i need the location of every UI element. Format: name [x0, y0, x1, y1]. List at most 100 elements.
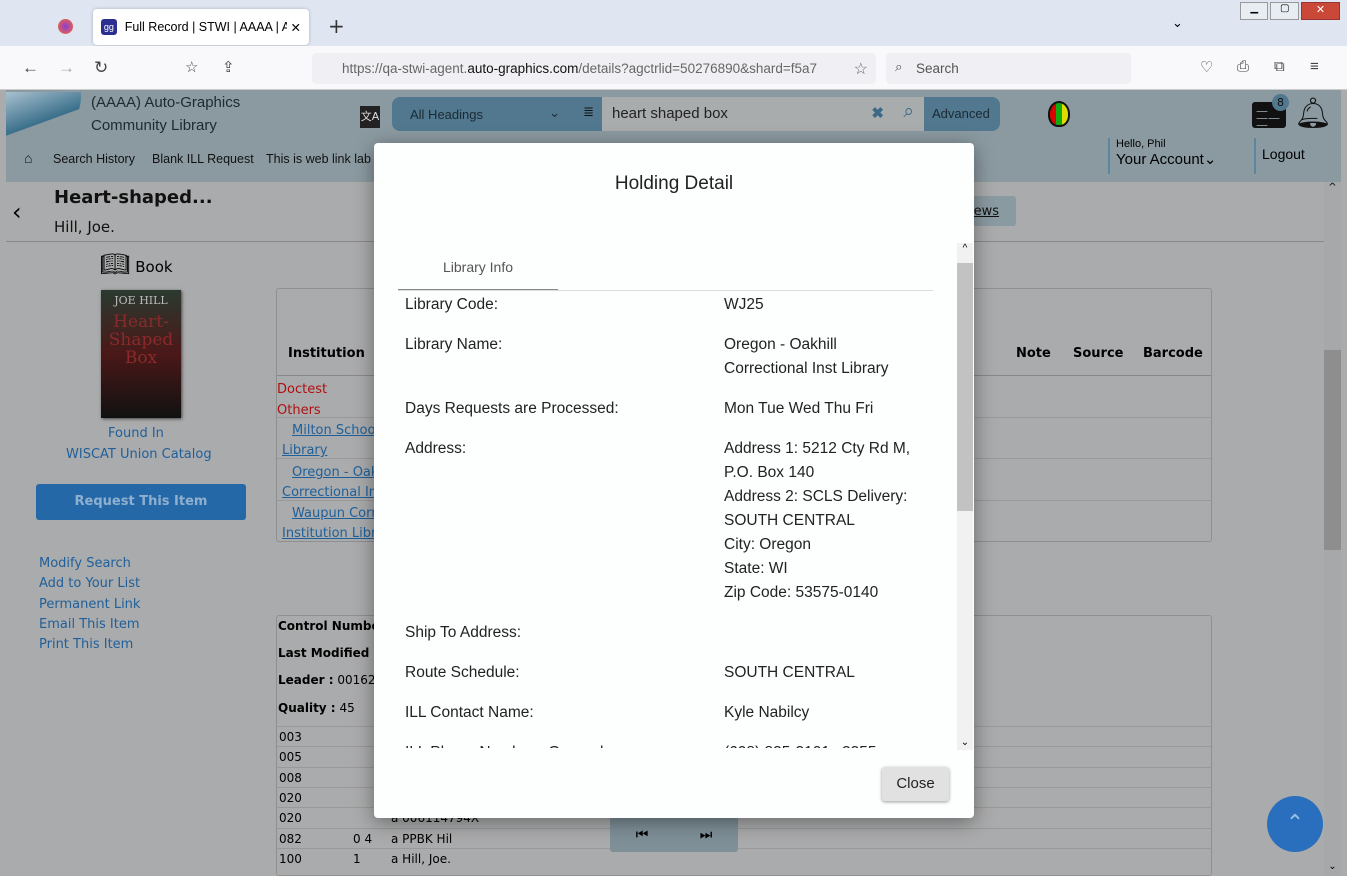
window-controls[interactable]: ▁ ▢ ✕: [1240, 2, 1340, 20]
holding-detail-dialog: Holding Detail Library Info Library Code…: [374, 143, 974, 818]
print-icon[interactable]: ⎙: [1237, 58, 1249, 75]
print-item-link[interactable]: Print This Item: [39, 635, 140, 655]
firefox-icon[interactable]: [58, 19, 73, 34]
field-row: Library Name: Oregon - Oakhill Correction…: [405, 336, 889, 377]
home-icon[interactable]: ⌂: [24, 150, 32, 166]
search-bar: All Headings ⌄ ≣ heart shaped box ✖ ⌕ Advanc…: [392, 97, 1000, 131]
tab-title: Full Record | STWI | AAAA | Auto-Graphic…: [124, 20, 287, 34]
browser-tab-bar: gg Full Record | STWI | AAAA | Auto-Graph…: [0, 0, 1347, 46]
modify-search-link[interactable]: Modify Search: [39, 554, 140, 574]
book-cover: JOE HILL Heart- Shaped Box: [101, 290, 181, 418]
marc-field-row: 082 0 4a PPBK Hil: [277, 827, 1211, 848]
nav-search-history[interactable]: Search History: [53, 152, 135, 166]
record-actions: Modify Search Add to Your List Permanent…: [39, 554, 140, 655]
search-scope-select[interactable]: All Headings ⌄ ≣: [392, 97, 594, 131]
dialog-scrollbar[interactable]: ^ ⌄: [957, 243, 973, 750]
close-tab-icon[interactable]: ✕: [291, 20, 301, 35]
holding-groups: Doctest Others: [277, 382, 328, 418]
tab-library-info[interactable]: Library Info: [398, 243, 558, 291]
add-to-list-link[interactable]: Add to Your List: [39, 574, 140, 594]
list-count-badge: 8: [1272, 94, 1289, 111]
nav-web-link[interactable]: This is web link lab: [266, 152, 371, 166]
request-item-button[interactable]: Request This Item: [36, 484, 246, 520]
bookmark-star-icon[interactable]: ☆: [854, 59, 868, 79]
col-note: Note: [1016, 346, 1051, 361]
share-icon[interactable]: ⇪: [222, 58, 235, 76]
scroll-thumb[interactable]: [957, 263, 973, 511]
scroll-thumb[interactable]: [1324, 350, 1341, 550]
search-icon[interactable]: ⌕: [903, 101, 914, 123]
format-label: 📖︎ Book: [100, 250, 173, 278]
holding-link-waupun[interactable]: Waupun Corr Institution Libr: [282, 504, 377, 544]
scroll-to-top-button[interactable]: ⌃: [1267, 796, 1323, 852]
new-tab-button[interactable]: +: [328, 14, 345, 38]
extensions-icon[interactable]: ⧉: [1274, 58, 1285, 75]
library-name: (AAAA) Auto-Graphics Community Library: [91, 94, 241, 134]
browser-search-field[interactable]: ⌕ Search: [886, 53, 1131, 84]
translate-icon[interactable]: 文A: [360, 106, 380, 128]
balloon-icon[interactable]: [1048, 101, 1070, 127]
library-info-panel: Library Code: WJ25 Library Name: Oregon - O…: [374, 291, 957, 748]
field-row: Days Requests are Processed: Mon Tue Wed …: [405, 400, 874, 417]
col-institution: Institution: [288, 346, 365, 361]
field-row: Library Code: WJ25: [405, 296, 764, 313]
chevron-down-icon: ⌄: [1203, 151, 1217, 168]
clear-search-icon[interactable]: ✖: [871, 104, 884, 122]
quality: Quality : 45: [278, 701, 355, 715]
bookmark-page-icon[interactable]: ☆: [185, 58, 198, 76]
catalog-link[interactable]: WISCAT Union Catalog: [66, 447, 212, 462]
email-item-link[interactable]: Email This Item: [39, 615, 140, 635]
control-number-label: Control Number: [278, 619, 386, 633]
browser-tab[interactable]: gg Full Record | STWI | AAAA | Auto-Graph…: [93, 9, 309, 45]
notifications-bell-icon[interactable]: 🔔︎: [1294, 96, 1332, 131]
page-scrollbar[interactable]: ^ ⌄: [1324, 182, 1341, 876]
site-favicon-icon: gg: [101, 19, 117, 35]
field-row: Route Schedule: SOUTH CENTRAL: [405, 664, 855, 681]
database-icon[interactable]: ≣: [583, 104, 594, 120]
scroll-down-icon[interactable]: ⌄: [957, 737, 973, 748]
maximize-icon[interactable]: ▢: [1270, 2, 1299, 20]
reload-icon[interactable]: ↻: [94, 58, 108, 78]
field-row: ILL Contact Name: Kyle Nabilcy: [405, 704, 810, 721]
scroll-up-icon[interactable]: ^: [1324, 182, 1341, 193]
scroll-down-icon[interactable]: ⌄: [1324, 861, 1341, 872]
dialog-title: Holding Detail: [614, 173, 734, 194]
back-icon[interactable]: ←: [22, 58, 39, 78]
holding-link-milton[interactable]: Milton Schoo Library: [282, 421, 375, 461]
close-button[interactable]: Close: [882, 767, 949, 801]
url-bar[interactable]: ⛉🔒︎https://qa-stwi-agent.auto-graphics.c…: [312, 53, 876, 84]
scroll-up-icon[interactable]: ^: [957, 243, 973, 254]
field-row: Ship To Address:: [405, 624, 522, 641]
account-menu[interactable]: Hello, Phil Your Account⌄: [1108, 138, 1216, 174]
minimize-icon[interactable]: ▁: [1240, 2, 1269, 20]
library-logo: [6, 92, 81, 137]
close-window-icon[interactable]: ✕: [1300, 2, 1340, 20]
permanent-link[interactable]: Permanent Link: [39, 595, 140, 615]
last-record-icon[interactable]: ⏭︎: [700, 827, 713, 843]
record-title: Heart-shaped...: [54, 187, 213, 208]
holding-link-oregon[interactable]: Oregon - Oak Correctional In: [282, 463, 378, 503]
nav-blank-ill-request[interactable]: Blank ILL Request: [152, 152, 254, 166]
pocket-icon[interactable]: ♡: [1200, 58, 1213, 76]
marc-field-row: 100 1 a Hill, Joe.: [277, 847, 1211, 868]
browser-toolbar: ← → ↻ ☆ ⇪ ⛉🔒︎https://qa-stwi-agent.auto-…: [0, 46, 1347, 90]
tab-list-icon[interactable]: ⌄: [1172, 16, 1183, 31]
advanced-search-button[interactable]: Advanced: [924, 97, 1000, 131]
found-in-label: Found In: [108, 426, 164, 441]
logout-link[interactable]: Logout: [1254, 138, 1311, 174]
record-pager: ⏮︎ ⏭︎: [610, 818, 738, 852]
field-row: Address: Address 1: 5212 Cty Rd M, P.O. B…: [405, 440, 911, 601]
forward-icon[interactable]: →: [58, 58, 75, 78]
col-barcode: Barcode: [1143, 346, 1203, 361]
col-source: Source: [1073, 346, 1124, 361]
last-modified-label: Last Modified :: [278, 646, 379, 660]
back-arrow-icon[interactable]: ‹: [12, 198, 22, 226]
record-author: Hill, Joe.: [54, 218, 115, 236]
menu-icon[interactable]: ≡: [1310, 58, 1319, 75]
book-icon: 📖︎: [100, 250, 131, 278]
first-record-icon[interactable]: ⏮︎: [636, 827, 649, 843]
chevron-down-icon: ⌄: [549, 105, 560, 120]
search-icon: ⌕: [895, 59, 903, 74]
field-row: ILL Phone Number - General:(608) 835-310…: [405, 741, 877, 748]
search-input[interactable]: heart shaped box ✖ ⌕: [602, 97, 924, 131]
